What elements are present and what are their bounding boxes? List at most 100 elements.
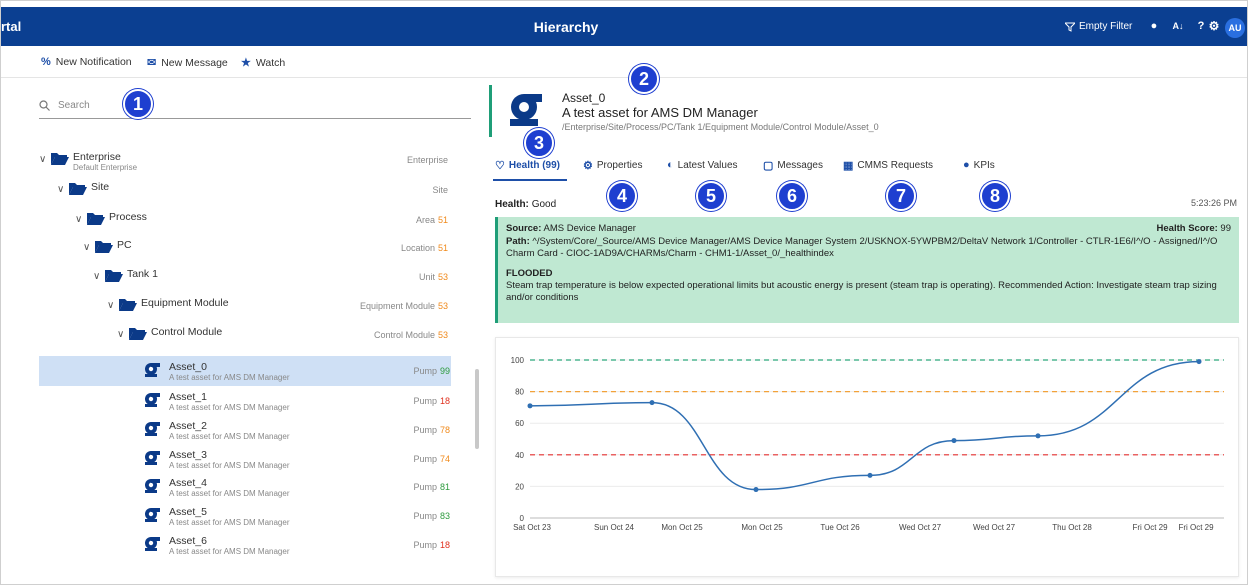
asset-item-type: Pump 99 bbox=[413, 366, 450, 376]
tree-node[interactable]: ∨ Process Area 51 bbox=[1, 208, 471, 234]
tree-node[interactable]: ∨ Equipment Module Equipment Module 53 bbox=[1, 294, 471, 320]
tab-latest-values[interactable]: ◐ Latest Values bbox=[667, 159, 738, 171]
asset-type-label: Pump bbox=[413, 482, 437, 492]
asset-item-description: A test asset for AMS DM Manager bbox=[169, 547, 290, 556]
tab-kpis[interactable]: ● KPIs bbox=[963, 159, 995, 171]
user-avatar[interactable]: AU bbox=[1225, 18, 1245, 38]
data-point bbox=[867, 472, 873, 478]
asset-header: Asset_0 A test asset for AMS DM Manager … bbox=[489, 85, 1229, 137]
properties-icon: ⚙ bbox=[583, 160, 593, 172]
asset-item-name: Asset_3 bbox=[169, 449, 207, 461]
source-label: Source: bbox=[506, 223, 542, 234]
chevron-down-icon[interactable]: ∨ bbox=[57, 184, 64, 195]
chevron-down-icon[interactable]: ∨ bbox=[93, 271, 100, 282]
x-tick-label: Wed Oct 27 bbox=[973, 523, 1016, 532]
notice-message: Steam trap temperature is below expected… bbox=[506, 280, 1217, 303]
node-type-label: Enterprise bbox=[406, 155, 448, 165]
pump-icon bbox=[145, 537, 160, 551]
callout-3: 3 bbox=[524, 128, 554, 158]
node-type-label: Area bbox=[415, 215, 435, 225]
asset-list-item[interactable]: Asset_6 A test asset for AMS DM Manager Pu… bbox=[39, 530, 451, 560]
tab-cmms-requests[interactable]: ▦ CMMS Requests bbox=[843, 159, 933, 172]
tree-node[interactable]: ∨ Tank 1 Unit 53 bbox=[1, 265, 471, 291]
tab-health[interactable]: ♡ Health (99) bbox=[495, 159, 560, 172]
asset-name: Asset_0 bbox=[562, 91, 606, 105]
tab-messages[interactable]: ▢ Messages bbox=[763, 159, 823, 172]
asset-item-name: Asset_4 bbox=[169, 477, 207, 489]
asset-list-item[interactable]: Asset_2 A test asset for AMS DM Manager Pu… bbox=[39, 415, 451, 445]
language-icon[interactable]: A↓ bbox=[1171, 19, 1185, 33]
x-tick-label: Fri Oct 29 bbox=[1132, 523, 1168, 532]
y-tick-label: 40 bbox=[515, 451, 524, 460]
tree-node[interactable]: ∨ PC Location 51 bbox=[1, 236, 471, 262]
x-tick-label: Thu Oct 28 bbox=[1052, 523, 1092, 532]
watch-button[interactable]: ★ Watch bbox=[241, 56, 285, 70]
asset-type-label: Pump bbox=[413, 396, 437, 406]
asset-list-item[interactable]: Asset_5 A test asset for AMS DM Manager Pu… bbox=[39, 501, 451, 531]
tab-cmms-label: CMMS Requests bbox=[857, 160, 933, 171]
asset-health-score: 81 bbox=[439, 482, 450, 492]
help-icon[interactable]: ? bbox=[1194, 19, 1208, 33]
asset-list-item[interactable]: Asset_0 A test asset for AMS DM Manager Pu… bbox=[39, 356, 451, 386]
data-point bbox=[649, 400, 655, 406]
node-health-score: 53 bbox=[437, 301, 448, 311]
health-value: Good bbox=[531, 199, 557, 210]
tab-properties[interactable]: ⚙ Properties bbox=[583, 159, 642, 172]
asset-health-score: 74 bbox=[439, 454, 450, 464]
folder-open-icon bbox=[87, 213, 105, 225]
search-input[interactable]: Search bbox=[39, 93, 471, 119]
asset-item-type: Pump 18 bbox=[413, 396, 450, 406]
new-message-button[interactable]: ✉ New Message bbox=[147, 56, 228, 70]
tree-node[interactable]: ∨ Enterprise Default Enterprise Enterprise bbox=[1, 148, 471, 174]
tree-node[interactable]: ∨ Control Module Control Module 53 bbox=[1, 323, 471, 349]
filter-button[interactable]: Empty Filter bbox=[1065, 21, 1132, 32]
tree-scrollbar[interactable] bbox=[475, 369, 479, 449]
tree-node-label: Control Module bbox=[151, 326, 223, 338]
new-notification-button[interactable]: % New Notification bbox=[41, 56, 132, 68]
asset-item-type: Pump 81 bbox=[413, 482, 450, 492]
tree-node-type: Unit 53 bbox=[419, 272, 448, 282]
chevron-down-icon[interactable]: ∨ bbox=[117, 329, 124, 340]
page-title: Hierarchy bbox=[533, 19, 599, 35]
health-score: Health Score: 99 bbox=[1157, 223, 1231, 235]
health-status: Health: Good bbox=[495, 199, 556, 210]
y-tick-label: 20 bbox=[515, 482, 524, 491]
tab-messages-label: Messages bbox=[777, 160, 823, 171]
tab-kpis-label: KPIs bbox=[973, 159, 995, 171]
health-chart: 0 20 40 60 80 100 Sat Oct 23 Sun Oct 24 Mon Oct … bbox=[495, 337, 1239, 577]
asset-item-name: Asset_5 bbox=[169, 506, 207, 518]
health-label: Health: bbox=[495, 199, 529, 210]
y-tick-label: 80 bbox=[515, 388, 524, 397]
asset-list-item[interactable]: Asset_4 A test asset for AMS DM Manager Pu… bbox=[39, 472, 451, 502]
asset-item-description: A test asset for AMS DM Manager bbox=[169, 461, 290, 470]
chevron-down-icon[interactable]: ∨ bbox=[39, 154, 46, 165]
y-tick-label: 60 bbox=[515, 419, 524, 428]
notice-title: FLOODED bbox=[506, 268, 553, 279]
chat-icon[interactable]: ● bbox=[1147, 19, 1161, 33]
tree-node-type: Equipment Module 53 bbox=[360, 301, 448, 311]
health-timestamp: 5:23:26 PM bbox=[1190, 198, 1237, 208]
x-tick-label: Mon Oct 25 bbox=[741, 523, 783, 532]
health-score-value: 99 bbox=[1220, 223, 1231, 234]
search-placeholder: Search bbox=[58, 100, 90, 111]
new-message-label: New Message bbox=[161, 56, 228, 69]
settings-gear-icon[interactable]: ⚙ bbox=[1207, 19, 1221, 33]
tab-health-label: Health (99) bbox=[508, 160, 560, 171]
asset-list-item[interactable]: Asset_3 A test asset for AMS DM Manager Pu… bbox=[39, 444, 451, 474]
asset-list-item[interactable]: Asset_1 A test asset for AMS DM Manager Pu… bbox=[39, 386, 451, 416]
pump-icon bbox=[145, 363, 160, 377]
notification-icon: % bbox=[41, 56, 51, 68]
asset-item-description: A test asset for AMS DM Manager bbox=[169, 489, 290, 498]
x-tick-label: Fri Oct 29 bbox=[1178, 523, 1214, 532]
chevron-down-icon[interactable]: ∨ bbox=[83, 242, 90, 253]
heart-icon: ♡ bbox=[495, 160, 505, 172]
filter-label: Empty Filter bbox=[1079, 21, 1133, 32]
chevron-down-icon[interactable]: ∨ bbox=[75, 214, 82, 225]
active-tab-indicator bbox=[493, 179, 567, 181]
asset-item-description: A test asset for AMS DM Manager bbox=[169, 403, 290, 412]
tree-node-label: Enterprise bbox=[73, 151, 121, 163]
chevron-down-icon[interactable]: ∨ bbox=[107, 300, 114, 311]
data-point bbox=[951, 438, 957, 444]
tree-node[interactable]: ∨ Site Site bbox=[1, 178, 471, 204]
node-type-label: Location bbox=[400, 243, 435, 253]
